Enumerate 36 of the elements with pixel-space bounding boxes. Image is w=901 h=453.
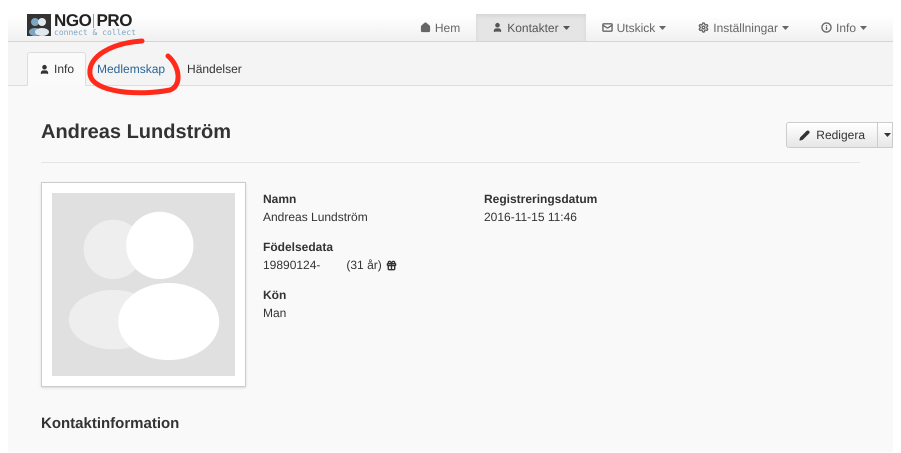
home-icon bbox=[420, 22, 431, 33]
logo-text: NGO bbox=[54, 12, 92, 29]
envelope-icon bbox=[602, 22, 613, 33]
pencil-icon bbox=[799, 130, 810, 140]
nav-item[interactable]: Utskick bbox=[586, 14, 682, 41]
tab[interactable]: Info bbox=[27, 52, 86, 86]
info-icon bbox=[820, 22, 832, 33]
nav-item[interactable]: Hem bbox=[404, 14, 476, 41]
gear-icon bbox=[698, 22, 710, 33]
section-heading: Kontaktinformation bbox=[41, 414, 180, 434]
field-value: 2016-11-15 11:46 bbox=[484, 209, 578, 226]
avatar-placeholder-icon bbox=[52, 193, 235, 376]
logo-text: PRO bbox=[96, 12, 132, 29]
field-value: Andreas Lundström bbox=[263, 209, 369, 226]
field-value: Man bbox=[263, 305, 288, 322]
user-icon bbox=[492, 22, 504, 33]
age-text: (31 år) bbox=[346, 257, 382, 274]
gift-icon bbox=[386, 260, 397, 270]
field-value: 19890124- bbox=[263, 257, 320, 274]
contact-name-heading: Andreas Lundström bbox=[41, 120, 232, 145]
logo[interactable]: NGO PRO connect & collect bbox=[27, 8, 136, 41]
nav-item[interactable]: Info bbox=[804, 14, 883, 41]
field-label: Kön bbox=[263, 287, 288, 304]
nav-item[interactable]: Kontakter bbox=[476, 14, 586, 41]
people-icon bbox=[27, 14, 51, 36]
caret-icon bbox=[884, 133, 890, 137]
dropdown-toggle[interactable] bbox=[878, 122, 893, 148]
tab[interactable]: Händelser bbox=[176, 52, 253, 86]
edit-button[interactable]: Redigera bbox=[786, 122, 878, 148]
tab[interactable]: Medlemskap bbox=[86, 52, 176, 86]
field-label: Namn bbox=[263, 191, 298, 208]
logo-tagline: connect & collect bbox=[54, 29, 136, 37]
field-label: Födelsedata bbox=[263, 239, 334, 256]
nav-item[interactable]: Inställningar bbox=[682, 14, 805, 41]
field-label: Registreringsdatum bbox=[484, 191, 598, 208]
user-icon bbox=[39, 64, 50, 74]
